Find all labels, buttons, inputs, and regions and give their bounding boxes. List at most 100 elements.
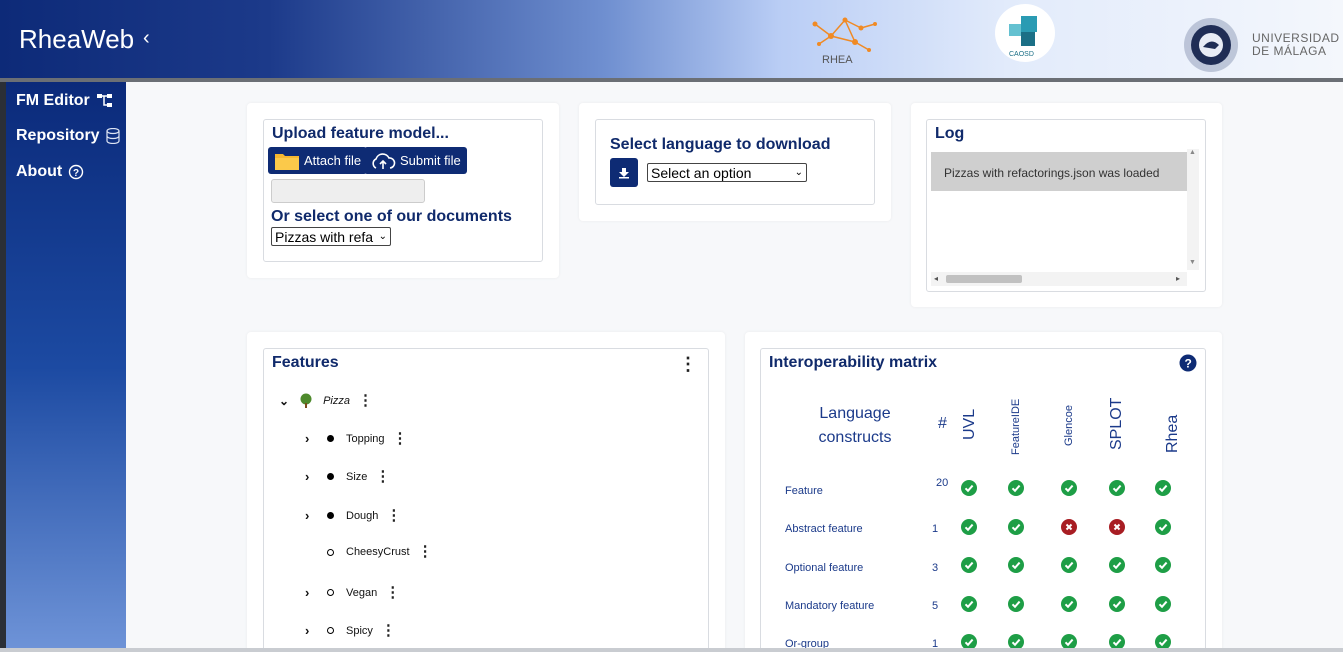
matrix-row-label: Mandatory feature — [785, 600, 875, 612]
sidebar-item-about[interactable]: About ? — [16, 163, 84, 181]
feature-menu-icon[interactable]: ⋮ — [358, 393, 373, 408]
matrix-row-label: Optional feature — [785, 562, 864, 574]
check-circle-icon — [1061, 557, 1077, 573]
chevron-right-icon[interactable]: › — [305, 508, 321, 523]
matrix-header-count: # — [938, 415, 947, 432]
check-circle-icon — [1155, 557, 1171, 573]
matrix-header-splot: SPLOT — [1108, 397, 1125, 450]
submit-file-button[interactable]: Submit file — [364, 147, 467, 174]
log-card: Log Pizzas with refactorings.json was lo… — [911, 103, 1222, 307]
or-select-label: Or select one of our documents — [271, 208, 512, 225]
check-circle-icon — [961, 557, 977, 573]
feature-menu-icon[interactable]: ⋮ — [385, 585, 400, 600]
check-circle-icon — [961, 596, 977, 612]
upload-title: Upload feature model... — [272, 125, 449, 142]
matrix-row-label: Abstract feature — [785, 523, 863, 535]
matrix-row-count: 20 — [936, 477, 949, 489]
features-title: Features — [272, 354, 339, 371]
optional-dot-icon — [327, 548, 334, 556]
download-title: Select language to download — [610, 136, 831, 153]
download-icon — [619, 167, 629, 178]
cloud-upload-icon — [372, 152, 396, 169]
log-horizontal-scrollbar[interactable]: ◂ ▸ — [931, 272, 1187, 286]
university-name: UNIVERSIDAD DE MÁLAGA — [1252, 31, 1340, 58]
features-menu-icon[interactable]: ⋮ — [679, 355, 697, 373]
matrix-row-label: Feature — [785, 485, 823, 497]
caosd-logo-text: CAOSD — [1009, 51, 1034, 58]
tree-item-dough[interactable]: › Dough ⋮ — [305, 508, 401, 524]
matrix-header-featureide: FeatureIDE — [1010, 398, 1022, 455]
file-name-input[interactable] — [271, 179, 425, 203]
check-circle-icon — [1008, 519, 1024, 535]
feature-menu-icon[interactable]: ⋮ — [381, 623, 396, 638]
tree-item-cheesycrust[interactable]: CheesyCrust ⋮ — [305, 544, 433, 559]
check-circle-icon — [961, 480, 977, 496]
check-circle-icon — [1109, 480, 1125, 496]
tree-item-topping[interactable]: › Topping ⋮ — [305, 431, 408, 447]
tree-item-size[interactable]: › Size ⋮ — [305, 469, 390, 485]
check-circle-icon — [1155, 480, 1171, 496]
sidebar-item-repository[interactable]: Repository — [16, 127, 120, 145]
language-select[interactable]: Select an option ⌄ — [647, 163, 807, 182]
document-select[interactable]: Pizzas with refa ⌄ — [271, 227, 391, 246]
tree-root[interactable]: ⌄ Pizza ⋮ — [279, 393, 373, 409]
matrix-header-uvl: UVL — [961, 408, 978, 440]
rhea-logo: RHEA — [812, 17, 877, 66]
chevron-down-icon: ⌄ — [794, 167, 803, 178]
log-vertical-scrollbar[interactable]: ▲ ▼ — [1187, 149, 1199, 270]
log-title: Log — [935, 125, 965, 142]
matrix-row-count: 1 — [932, 523, 939, 535]
feature-menu-icon[interactable]: ⋮ — [418, 544, 433, 559]
svg-text:?: ? — [73, 168, 79, 179]
chevron-right-icon[interactable]: › — [305, 469, 321, 484]
check-circle-icon — [1008, 596, 1024, 612]
x-circle-icon — [1109, 519, 1125, 535]
chevron-right-icon[interactable]: › — [305, 431, 321, 446]
attach-file-button[interactable]: Attach file — [268, 147, 368, 174]
check-circle-icon — [961, 519, 977, 535]
upload-card: Upload feature model... Attach file Subm… — [247, 103, 559, 278]
scroll-thumb[interactable] — [946, 275, 1022, 283]
chevron-down-icon: ⌄ — [378, 231, 387, 242]
optional-dot-icon — [327, 627, 334, 634]
matrix-row-count: 3 — [932, 562, 939, 574]
help-icon[interactable]: ? — [1179, 354, 1197, 372]
feature-menu-icon[interactable]: ⋮ — [386, 508, 401, 523]
feature-menu-icon[interactable]: ⋮ — [393, 431, 408, 446]
folder-icon — [275, 153, 299, 170]
download-card: Select language to download Select an op… — [579, 103, 891, 221]
optional-dot-icon — [327, 589, 334, 596]
check-circle-icon — [1061, 596, 1077, 612]
download-button[interactable] — [610, 158, 638, 187]
help-circle-icon: ? — [69, 164, 84, 180]
app-header: RheaWeb ‹ RHEA CAOSD UNIVERSIDAD DE MÁLA… — [0, 0, 1343, 78]
matrix-header-constructs: Language constructs — [818, 405, 892, 446]
database-icon — [105, 128, 120, 144]
tree-icon — [300, 393, 312, 408]
check-circle-icon — [1008, 557, 1024, 573]
log-entry: Pizzas with refactorings.json was loaded — [931, 152, 1187, 191]
mandatory-dot-icon — [327, 435, 334, 442]
chevron-right-icon[interactable]: › — [305, 585, 321, 600]
hierarchy-icon — [96, 94, 112, 107]
mandatory-dot-icon — [327, 473, 334, 480]
mandatory-dot-icon — [327, 512, 334, 519]
svg-text:?: ? — [1185, 357, 1192, 371]
page-horizontal-scrollbar[interactable] — [0, 648, 1343, 652]
x-circle-icon — [1061, 519, 1077, 535]
matrix-row-count: 5 — [932, 600, 939, 612]
tree-item-vegan[interactable]: › Vegan ⋮ — [305, 585, 400, 601]
check-circle-icon — [1061, 480, 1077, 496]
caosd-logo: CAOSD — [995, 4, 1055, 62]
check-circle-icon — [1109, 557, 1125, 573]
chevron-right-icon[interactable]: › — [305, 623, 321, 638]
chevron-down-icon[interactable]: ⌄ — [279, 394, 289, 408]
sidebar-item-fm-editor[interactable]: FM Editor — [16, 92, 114, 110]
tree-item-spicy[interactable]: › Spicy ⋮ — [305, 623, 396, 639]
brand-title[interactable]: RheaWeb — [19, 24, 134, 55]
feature-menu-icon[interactable]: ⋮ — [375, 469, 390, 484]
features-card: Features ⋮ — [247, 332, 725, 652]
chevron-left-icon[interactable]: ‹ — [143, 27, 150, 50]
sidebar: FM Editor Repository About ? — [0, 82, 126, 652]
check-circle-icon — [1155, 596, 1171, 612]
